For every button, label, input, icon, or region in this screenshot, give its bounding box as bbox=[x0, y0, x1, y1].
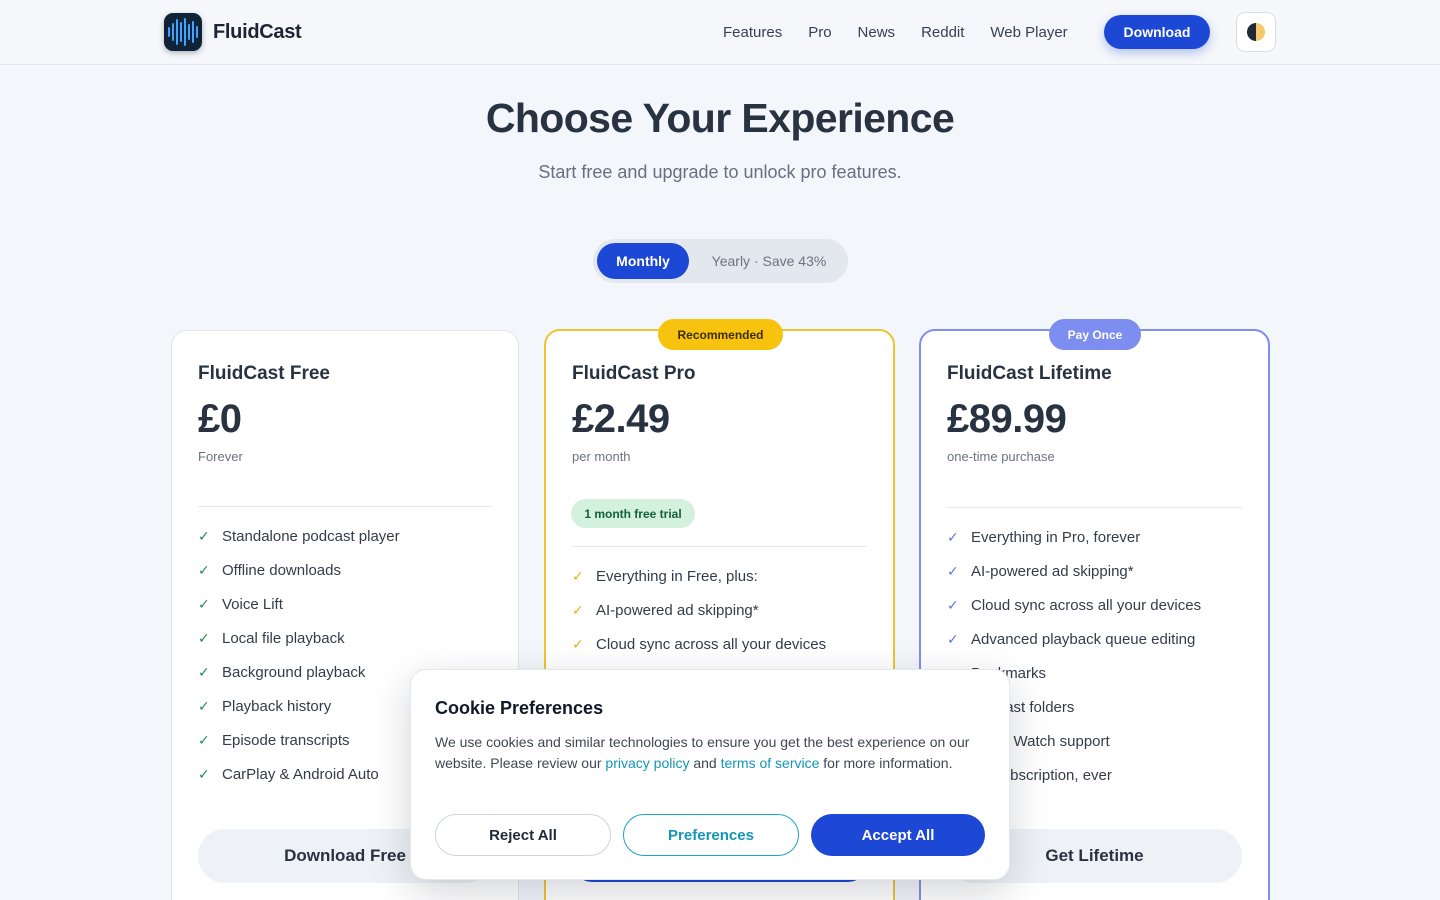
check-icon: ✓ bbox=[572, 567, 584, 584]
billing-yearly-option[interactable]: Yearly · Save 43% bbox=[697, 243, 841, 279]
feature-item: ✓ Cloud sync across all your devices bbox=[947, 596, 1202, 614]
feature-item: ✓ Background playback bbox=[198, 663, 366, 681]
feature-item: ✓ Everything in Free, plus: bbox=[572, 567, 758, 585]
download-button[interactable]: Download bbox=[1104, 15, 1210, 49]
nav-link-reddit[interactable]: Reddit bbox=[921, 24, 964, 41]
trial-badge: 1 month free trial bbox=[571, 499, 695, 528]
feature-item: ✓ Episode transcripts bbox=[198, 731, 350, 749]
plan-name: FluidCast Free bbox=[198, 363, 330, 384]
cookie-preferences-button[interactable]: Preferences bbox=[623, 814, 799, 856]
nav-link-news[interactable]: News bbox=[858, 24, 896, 41]
card-divider bbox=[572, 546, 867, 547]
card-divider bbox=[947, 507, 1242, 508]
plan-price: £89.99 bbox=[947, 397, 1067, 441]
check-icon: ✓ bbox=[947, 562, 959, 579]
brand-logo[interactable]: FluidCast bbox=[164, 13, 302, 51]
check-icon: ✓ bbox=[572, 601, 584, 618]
check-icon: ✓ bbox=[947, 596, 959, 613]
check-icon: ✓ bbox=[198, 663, 210, 680]
billing-monthly-option[interactable]: Monthly bbox=[597, 243, 689, 279]
check-icon: ✓ bbox=[198, 595, 210, 612]
feature-item: ✓ Standalone podcast player bbox=[198, 527, 400, 545]
cookie-consent-dialog: Cookie Preferences We use cookies and si… bbox=[410, 669, 1010, 880]
page-title: Choose Your Experience bbox=[485, 95, 955, 141]
plan-period: Forever bbox=[198, 449, 243, 464]
feature-item: ✓ Offline downloads bbox=[198, 561, 341, 579]
plan-price: £0 bbox=[198, 397, 242, 441]
theme-toggle-button[interactable] bbox=[1236, 12, 1276, 52]
reject-all-button[interactable]: Reject All bbox=[435, 814, 611, 856]
card-divider bbox=[198, 506, 492, 507]
check-icon: ✓ bbox=[947, 528, 959, 545]
feature-item: ✓ Advanced playback queue editing bbox=[947, 630, 1196, 648]
accept-all-button[interactable]: Accept All bbox=[811, 814, 985, 856]
feature-item: ✓ AI-powered ad skipping* bbox=[572, 601, 759, 619]
check-icon: ✓ bbox=[947, 630, 959, 647]
privacy-policy-link[interactable]: privacy policy bbox=[605, 755, 689, 771]
nav-link-pro[interactable]: Pro bbox=[808, 24, 831, 41]
feature-item: ✓ AI-powered ad skipping* bbox=[947, 562, 1134, 580]
check-icon: ✓ bbox=[198, 731, 210, 748]
terms-of-service-link[interactable]: terms of service bbox=[721, 755, 820, 771]
feature-item: ✓ Cloud sync across all your devices bbox=[572, 635, 827, 653]
plan-price: £2.49 bbox=[572, 397, 670, 441]
site-header: FluidCast Features Pro News Reddit Web P… bbox=[0, 0, 1440, 65]
brand-name: FluidCast bbox=[213, 20, 302, 43]
check-icon: ✓ bbox=[198, 629, 210, 646]
plan-name: FluidCast Lifetime bbox=[947, 363, 1112, 384]
check-icon: ✓ bbox=[572, 635, 584, 652]
feature-list: ✓ Standalone podcast player ✓ Offline down… bbox=[198, 519, 400, 791]
cookie-dialog-text: We use cookies and similar technologies … bbox=[435, 734, 970, 771]
feature-item: ✓ Voice Lift bbox=[198, 595, 283, 613]
feature-item: ✓ Playback history bbox=[198, 697, 332, 715]
nav-link-features[interactable]: Features bbox=[723, 24, 782, 41]
recommended-badge: Recommended bbox=[658, 319, 783, 350]
check-icon: ✓ bbox=[198, 765, 210, 782]
plan-period: per month bbox=[572, 449, 631, 464]
plan-period: one-time purchase bbox=[947, 449, 1055, 464]
billing-period-toggle: Monthly Yearly · Save 43% bbox=[593, 239, 848, 283]
check-icon: ✓ bbox=[198, 561, 210, 578]
half-circle-theme-icon bbox=[1247, 23, 1265, 41]
waveform-logo-icon bbox=[164, 13, 202, 51]
nav-link-web-player[interactable]: Web Player bbox=[990, 24, 1067, 41]
feature-item: ✓ CarPlay & Android Auto bbox=[198, 765, 379, 783]
feature-item: ✓ Local file playback bbox=[198, 629, 345, 647]
cookie-dialog-title: Cookie Preferences bbox=[435, 698, 604, 718]
page-subtitle: Start free and upgrade to unlock pro fea… bbox=[538, 162, 902, 182]
check-icon: ✓ bbox=[198, 697, 210, 714]
feature-list: ✓ Everything in Free, plus: ✓ AI-powered a… bbox=[572, 559, 826, 661]
pay-once-badge: Pay Once bbox=[1049, 319, 1141, 350]
check-icon: ✓ bbox=[198, 527, 210, 544]
feature-item: ✓ Everything in Pro, forever bbox=[947, 528, 1141, 546]
main-nav: Features Pro News Reddit Web Player Down… bbox=[723, 15, 1210, 49]
plan-name: FluidCast Pro bbox=[572, 363, 696, 384]
